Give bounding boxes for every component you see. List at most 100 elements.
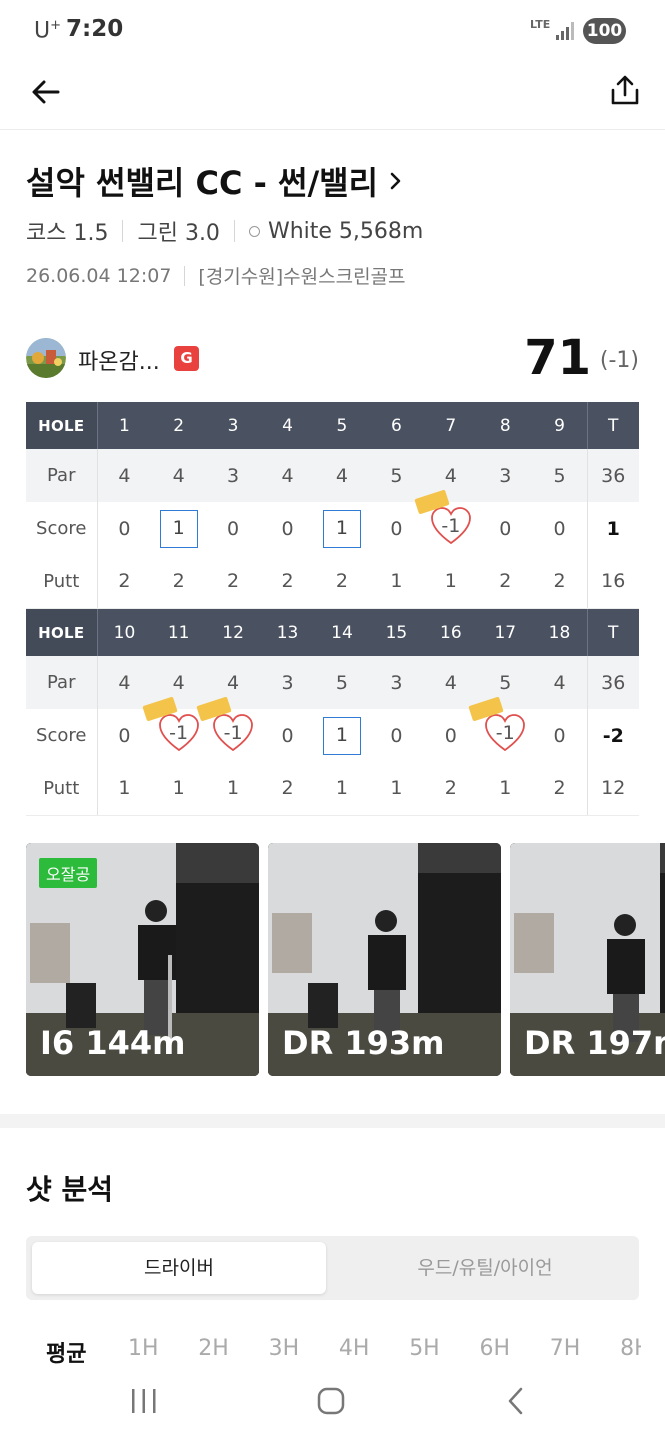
hole-score: 0 (118, 517, 131, 540)
shot-video-card[interactable]: 오잘공 I6 144m (26, 843, 259, 1076)
hole-score: 0 (444, 724, 457, 747)
hole-par: 4 (314, 449, 370, 502)
hole-putt: 1 (205, 762, 261, 816)
hole-number: 8 (478, 402, 533, 449)
hole-score: 1 (315, 709, 369, 762)
hole-putt: 2 (151, 555, 206, 609)
tab-hole-6[interactable]: 6H (480, 1336, 511, 1361)
tab-hole-3[interactable]: 3H (269, 1336, 300, 1361)
divider (184, 265, 186, 286)
shot-label: DR 193m (282, 1024, 445, 1062)
hole-par: 3 (260, 656, 315, 709)
total-score: 71 (524, 330, 591, 386)
row-total: -2 (586, 709, 639, 762)
hole-number: 18 (532, 609, 587, 656)
share-icon[interactable] (608, 73, 642, 107)
hole-score: -1 (468, 696, 532, 762)
birdie-marker: -1 (468, 696, 527, 753)
round-meta: 26.06.04 12:07 [경기수원]수원스크린골프 (26, 262, 406, 289)
par-row: Par 4 4 3 4 4 5 4 3 5 36 (26, 449, 639, 502)
score-value: -1 (495, 722, 515, 744)
grade-badge: G (174, 346, 199, 371)
hole-putt: 1 (478, 762, 533, 816)
hole-number: 15 (369, 609, 424, 656)
row-total: T (586, 609, 639, 656)
tab-hole-5[interactable]: 5H (409, 1336, 440, 1361)
hole-score: 0 (553, 517, 566, 540)
hole-putt: 1 (97, 762, 152, 816)
hole-number: 13 (260, 609, 315, 656)
shot-video-card[interactable]: DR 197m (510, 843, 665, 1076)
score-row: Score 0 -1 -1 0 1 0 0 -1 0 -2 (26, 696, 639, 762)
best-shot-badge: 오잘공 (39, 858, 98, 888)
course-title-link[interactable]: 설악 썬밸리 CC - 썬/밸리 (26, 158, 404, 204)
hole-score: 0 (227, 517, 240, 540)
hole-putt: 1 (314, 762, 370, 816)
tee-color-icon (248, 225, 260, 237)
tab-hole-7[interactable]: 7H (550, 1336, 581, 1361)
hole-number: 2 (151, 402, 206, 449)
row-total: 16 (586, 555, 639, 609)
tab-average[interactable]: 평균 (46, 1336, 86, 1368)
hole-par: 5 (532, 449, 587, 502)
tab-hole-1[interactable]: 1H (128, 1336, 159, 1361)
hole-putt: 2 (205, 555, 261, 609)
row-label: Par (26, 449, 98, 502)
hole-score: 0 (390, 517, 403, 540)
hole-score: 1 (315, 502, 369, 555)
shot-video-card[interactable]: DR 193m (268, 843, 501, 1076)
course-title: 설악 썬밸리 CC - 썬/밸리 (26, 164, 379, 202)
signal-icon (556, 22, 574, 40)
row-total: T (586, 402, 639, 449)
nav-back-icon[interactable] (504, 1386, 528, 1416)
segment-wood-util-iron[interactable]: 우드/유틸/아이언 (338, 1242, 632, 1294)
row-total: 36 (586, 656, 639, 709)
player-name: 파온감... (78, 350, 160, 375)
club-segment-control: 드라이버 우드/유틸/아이언 (26, 1236, 639, 1300)
hole-header-row: HOLE 1 2 3 4 5 6 7 8 9 T (26, 402, 639, 449)
divider (233, 220, 235, 242)
birdie-marker: -1 (414, 489, 473, 546)
home-icon[interactable] (316, 1386, 346, 1416)
score-diff: (-1) (599, 348, 639, 373)
hole-number: 14 (314, 609, 370, 656)
score-value: -1 (223, 722, 243, 744)
arrow-left-icon[interactable] (30, 76, 62, 108)
hole-par: 4 (151, 449, 206, 502)
score-value: -1 (441, 515, 461, 537)
avatar[interactable] (26, 338, 66, 378)
hole-score: -1 (196, 696, 260, 762)
hole-score: 0 (118, 724, 131, 747)
segment-driver[interactable]: 드라이버 (32, 1242, 326, 1294)
row-label: Putt (26, 555, 98, 609)
par-row: Par 4 4 4 3 5 3 4 5 4 36 (26, 656, 639, 709)
divider (122, 220, 124, 242)
hole-number: 1 (97, 402, 152, 449)
hole-number: 7 (423, 402, 479, 449)
green-difficulty: 그린 3.0 (137, 221, 220, 246)
bogey-marker: 1 (322, 716, 361, 755)
birdie-marker: -1 (196, 696, 255, 753)
row-total: 36 (586, 449, 639, 502)
hole-par: 3 (369, 656, 424, 709)
hole-putt: 2 (260, 555, 315, 609)
row-label: Score (26, 709, 98, 762)
tab-hole-8[interactable]: 8H (620, 1336, 641, 1361)
putt-row: Putt 2 2 2 2 2 1 1 2 2 16 (26, 555, 639, 609)
hole-putt: 2 (97, 555, 152, 609)
status-time: 7:20 (66, 16, 124, 42)
course-meta: 코스 1.5 그린 3.0 White 5,568m (26, 215, 423, 247)
hole-tabs: 평균 1H 2H 3H 4H 5H 6H 7H 8H (46, 1336, 641, 1370)
tab-hole-4[interactable]: 4H (339, 1336, 370, 1361)
recent-apps-icon[interactable] (130, 1386, 158, 1416)
score-value: -1 (169, 722, 189, 744)
tab-hole-2[interactable]: 2H (198, 1336, 229, 1361)
hole-score: 1 (151, 502, 205, 555)
shot-video-carousel[interactable]: 오잘공 I6 144m DR 193m DR 197m (26, 843, 665, 1077)
row-total: 1 (586, 502, 639, 555)
row-label: HOLE (26, 402, 98, 449)
hole-score: 0 (499, 517, 512, 540)
round-datetime: 26.06.04 12:07 (26, 264, 172, 287)
section-divider (0, 1114, 665, 1128)
hole-putt: 1 (369, 555, 424, 609)
